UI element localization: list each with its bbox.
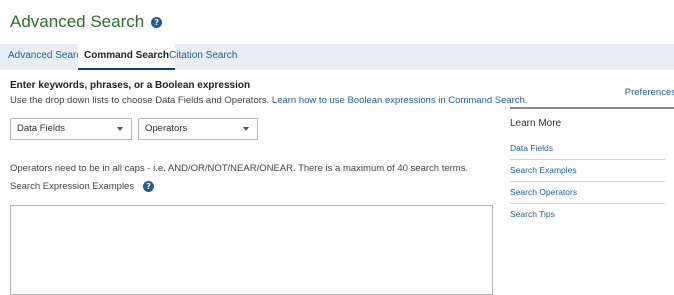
instructions-heading: Enter keywords, phrases, or a Boolean ex… [10, 80, 251, 91]
chevron-down-icon [243, 127, 249, 131]
learn-more-link-data-fields[interactable]: Data Fields [510, 138, 665, 160]
search-examples-row: Search Expression Examples ? [10, 180, 155, 192]
learn-more-divider [510, 107, 674, 109]
search-examples-label: Search Expression Examples [10, 180, 135, 192]
instructions-text: Use the drop down lists to choose Data F… [10, 95, 528, 106]
boolean-help-link[interactable]: Learn how to use Boolean expressions in … [272, 95, 528, 106]
operators-select-value: Operators [145, 123, 188, 134]
learn-more-link-search-examples[interactable]: Search Examples [510, 160, 665, 182]
search-expression-input[interactable] [10, 205, 493, 295]
search-tabs: Advanced Search Command Search Citation … [0, 44, 674, 70]
tab-citation-search[interactable]: Citation Search [163, 44, 243, 68]
chevron-down-icon [117, 127, 123, 131]
page-title: Advanced Search [10, 12, 145, 31]
preferences-link[interactable]: Preferences [625, 87, 674, 98]
help-icon[interactable]: ? [143, 181, 155, 192]
operators-note: Operators need to be in all caps - i.e. … [10, 163, 469, 174]
learn-more-panel: Learn More Data Fields Search Examples S… [510, 107, 674, 225]
learn-more-link-search-tips[interactable]: Search Tips [510, 204, 665, 225]
data-fields-select[interactable]: Data Fields [10, 118, 132, 140]
learn-more-link-search-operators[interactable]: Search Operators [510, 182, 665, 204]
learn-more-title: Learn More [510, 118, 562, 129]
instructions-body: Use the drop down lists to choose Data F… [10, 95, 270, 106]
data-fields-select-value: Data Fields [17, 123, 66, 134]
tab-command-search[interactable]: Command Search [78, 44, 176, 70]
help-icon[interactable]: ? [151, 17, 163, 28]
page-header: Advanced Search ? [10, 12, 163, 32]
operators-select[interactable]: Operators [138, 118, 258, 140]
